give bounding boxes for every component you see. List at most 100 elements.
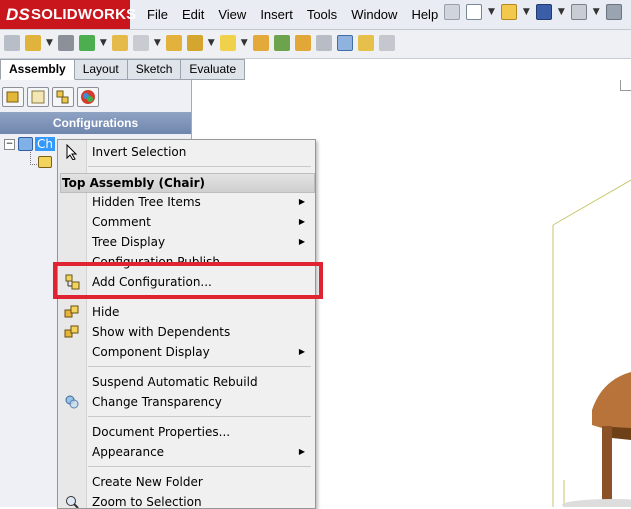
menu-item-suspend-automatic-rebuild[interactable]: Suspend Automatic Rebuild bbox=[58, 372, 315, 392]
hide-components-icon bbox=[64, 305, 79, 318]
chair-seat bbox=[592, 372, 631, 507]
explode-line-sketch-icon[interactable] bbox=[294, 35, 311, 51]
interference-detection-icon[interactable] bbox=[315, 35, 332, 51]
highlight-box-add-configuration bbox=[53, 262, 323, 299]
menu-item-comment[interactable]: Comment ▶ bbox=[58, 212, 315, 232]
submenu-arrow-icon: ▶ bbox=[298, 217, 305, 226]
chair-shadow bbox=[562, 499, 631, 507]
menu-help[interactable]: Help bbox=[404, 0, 445, 29]
menu-file[interactable]: File bbox=[140, 0, 175, 29]
assembly-features-icon[interactable] bbox=[165, 35, 182, 51]
viewport-corner-icon[interactable] bbox=[620, 80, 631, 91]
menu-item-change-transparency[interactable]: Change Transparency bbox=[58, 392, 315, 412]
tab-assembly[interactable]: Assembly bbox=[0, 59, 75, 80]
print-icon[interactable] bbox=[570, 4, 587, 20]
tab-sketch[interactable]: Sketch bbox=[127, 59, 182, 80]
menu-item-label: Component Display bbox=[92, 345, 210, 359]
configuration-icon[interactable] bbox=[38, 156, 52, 168]
tab-layout[interactable]: Layout bbox=[74, 59, 128, 80]
menu-item-label: Document Properties... bbox=[92, 425, 231, 439]
context-menu: Invert Selection Top Assembly (Chair) Hi… bbox=[57, 139, 316, 509]
tab-evaluate[interactable]: Evaluate bbox=[181, 59, 246, 80]
menu-separator bbox=[88, 416, 311, 417]
assembly-icon bbox=[18, 137, 33, 151]
options-icon[interactable] bbox=[605, 4, 622, 20]
show-components-icon bbox=[64, 325, 79, 338]
menu-view[interactable]: View bbox=[211, 0, 253, 29]
submenu-arrow-icon: ▶ bbox=[298, 447, 305, 456]
menu-tools[interactable]: Tools bbox=[300, 0, 344, 29]
menu-item-label: Suspend Automatic Rebuild bbox=[92, 375, 258, 389]
mate-icon[interactable] bbox=[25, 35, 41, 51]
exploded-view-icon[interactable] bbox=[273, 35, 290, 51]
bill-of-materials-icon[interactable] bbox=[252, 35, 269, 51]
app-name: SOLIDWORKS bbox=[31, 6, 137, 23]
submenu-arrow-icon: ▶ bbox=[298, 197, 305, 206]
chevron-down-icon[interactable]: ▼ bbox=[593, 4, 600, 20]
pin-icon[interactable] bbox=[444, 4, 460, 20]
menu-bar: File Edit View Insert Tools Window Help bbox=[140, 0, 445, 29]
new-document-icon[interactable] bbox=[466, 4, 482, 20]
display-manager-icon[interactable] bbox=[77, 87, 99, 107]
assembly-toolbar: ▼ ▼ ▼ ▼ ▼ bbox=[0, 30, 631, 59]
chevron-down-icon[interactable]: ▼ bbox=[558, 4, 565, 20]
chevron-down-icon[interactable]: ▼ bbox=[100, 35, 107, 51]
bounding-box-lines bbox=[552, 179, 631, 507]
menu-item-label: Create New Folder bbox=[92, 475, 203, 489]
menu-item-appearance[interactable]: Appearance ▶ bbox=[58, 442, 315, 462]
clearance-verification-icon[interactable] bbox=[336, 35, 353, 51]
cursor-arrow-icon bbox=[66, 144, 78, 160]
smart-fasteners-icon[interactable] bbox=[78, 35, 95, 51]
component-pattern-icon[interactable] bbox=[57, 35, 74, 51]
chevron-down-icon[interactable]: ▼ bbox=[523, 4, 530, 20]
menu-item-tree-display[interactable]: Tree Display ▶ bbox=[58, 232, 315, 252]
menu-item-zoom-to-selection[interactable]: Zoom to Selection bbox=[58, 492, 315, 508]
collapse-icon[interactable]: − bbox=[4, 138, 15, 150]
menu-item-label: Hidden Tree Items bbox=[92, 195, 201, 209]
menu-window[interactable]: Window bbox=[344, 0, 404, 29]
configuration-manager-icon[interactable] bbox=[52, 87, 74, 107]
menu-item-create-new-folder[interactable]: Create New Folder bbox=[58, 472, 315, 492]
new-motion-study-icon[interactable] bbox=[219, 35, 236, 51]
move-component-icon[interactable] bbox=[111, 35, 128, 51]
hole-alignment-icon[interactable] bbox=[357, 35, 374, 51]
tree-root-label[interactable]: Ch bbox=[35, 137, 55, 151]
transparency-icon bbox=[65, 395, 79, 409]
menu-item-document-properties[interactable]: Document Properties... bbox=[58, 422, 315, 442]
chevron-down-icon[interactable]: ▼ bbox=[241, 35, 248, 51]
submenu-arrow-icon: ▶ bbox=[298, 347, 305, 356]
chevron-down-icon[interactable]: ▼ bbox=[154, 35, 161, 51]
menu-separator bbox=[88, 166, 311, 167]
chevron-down-icon[interactable]: ▼ bbox=[208, 35, 215, 51]
insert-component-icon[interactable] bbox=[4, 35, 20, 51]
menu-item-invert-selection[interactable]: Invert Selection bbox=[58, 142, 315, 162]
feature-manager-icon[interactable] bbox=[2, 87, 24, 107]
quick-access-toolbar: ▼ ▼ ▼ ▼ bbox=[444, 4, 622, 20]
measure-icon[interactable] bbox=[378, 35, 395, 51]
menu-group-header: Top Assembly (Chair) bbox=[60, 173, 315, 193]
property-manager-icon[interactable] bbox=[27, 87, 49, 107]
solidworks-logo[interactable]: DS SOLIDWORKS bbox=[0, 0, 136, 29]
reference-geometry-icon[interactable] bbox=[186, 35, 203, 51]
manager-tabs bbox=[2, 87, 99, 107]
command-manager-tabs: Assembly Layout Sketch Evaluate bbox=[0, 59, 246, 80]
menu-item-component-display[interactable]: Component Display ▶ bbox=[58, 342, 315, 362]
open-icon[interactable] bbox=[500, 4, 517, 20]
show-hidden-icon[interactable] bbox=[132, 35, 149, 51]
menu-item-label: Comment bbox=[92, 215, 151, 229]
title-bar: DS SOLIDWORKS File Edit View Insert Tool… bbox=[0, 0, 631, 30]
menu-insert[interactable]: Insert bbox=[253, 0, 300, 29]
save-icon[interactable] bbox=[535, 4, 552, 20]
menu-item-label: Hide bbox=[92, 305, 120, 319]
chevron-down-icon[interactable]: ▼ bbox=[46, 35, 53, 51]
menu-item-hide[interactable]: Hide bbox=[58, 302, 315, 322]
menu-item-label: Appearance bbox=[92, 445, 165, 459]
menu-item-label: Change Transparency bbox=[92, 395, 222, 409]
tree-root-chair[interactable]: − Ch bbox=[4, 136, 55, 152]
menu-edit[interactable]: Edit bbox=[175, 0, 211, 29]
configurations-header: Configurations bbox=[0, 112, 191, 134]
menu-item-label: Tree Display bbox=[92, 235, 166, 249]
menu-item-hidden-tree-items[interactable]: Hidden Tree Items ▶ bbox=[58, 192, 315, 212]
menu-item-show-with-dependents[interactable]: Show with Dependents bbox=[58, 322, 315, 342]
chevron-down-icon[interactable]: ▼ bbox=[488, 4, 495, 20]
